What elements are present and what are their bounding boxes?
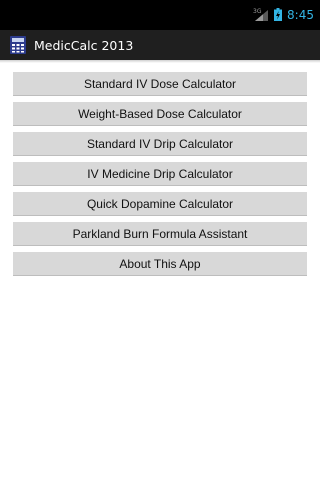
iv-medicine-drip-calculator-button[interactable]: IV Medicine Drip Calculator bbox=[13, 162, 307, 186]
network-type-label: 3G bbox=[253, 7, 262, 15]
quick-dopamine-calculator-button[interactable]: Quick Dopamine Calculator bbox=[13, 192, 307, 216]
standard-iv-drip-calculator-button[interactable]: Standard IV Drip Calculator bbox=[13, 132, 307, 156]
status-clock: 8:45 bbox=[287, 8, 314, 22]
calculator-app-icon[interactable] bbox=[8, 35, 28, 55]
network-indicator: 3G bbox=[253, 7, 269, 21]
status-bar: 3G 8:45 bbox=[0, 0, 320, 30]
action-bar-shadow bbox=[0, 60, 320, 63]
action-bar: MedicCalc 2013 bbox=[0, 30, 320, 60]
about-this-app-button[interactable]: About This App bbox=[13, 252, 307, 276]
battery-charging-icon bbox=[274, 6, 283, 25]
main-menu: Standard IV Dose Calculator Weight-Based… bbox=[13, 72, 307, 282]
parkland-burn-formula-assistant-button[interactable]: Parkland Burn Formula Assistant bbox=[13, 222, 307, 246]
standard-iv-dose-calculator-button[interactable]: Standard IV Dose Calculator bbox=[13, 72, 307, 96]
app-title: MedicCalc 2013 bbox=[34, 37, 134, 53]
weight-based-dose-calculator-button[interactable]: Weight-Based Dose Calculator bbox=[13, 102, 307, 126]
